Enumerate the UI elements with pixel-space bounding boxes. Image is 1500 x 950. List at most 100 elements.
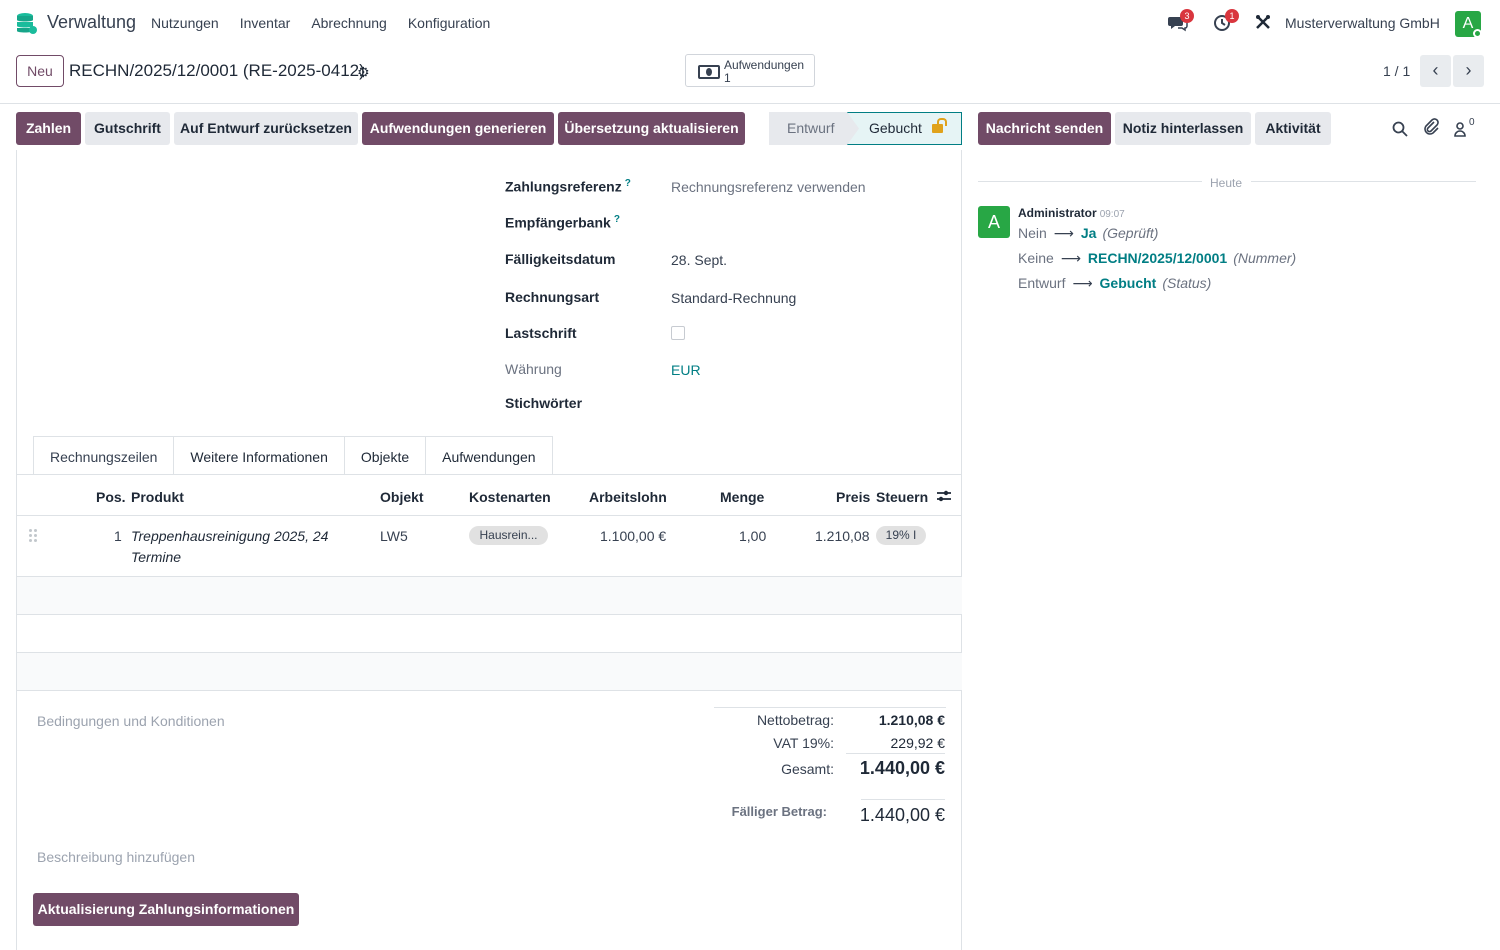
pager-next-button[interactable]: ›	[1453, 55, 1484, 87]
column-header-object[interactable]: Objekt	[380, 489, 424, 505]
tags-label: Stichwörter	[505, 395, 583, 411]
description-field[interactable]: Beschreibung hinzufügen	[37, 849, 195, 865]
activities-menu[interactable]: 1	[1213, 9, 1239, 33]
column-header-product[interactable]: Produkt	[131, 489, 184, 505]
send-message-button[interactable]: Nachricht senden	[978, 112, 1111, 145]
tab-objects[interactable]: Objekte	[344, 436, 427, 475]
tools-icon	[1256, 15, 1270, 29]
row-labor[interactable]: 1.100,00 €	[600, 528, 666, 544]
date-separator-label: Heute	[1210, 176, 1243, 190]
tracking-line: Keine ⟶ RECHN/2025/12/0001 (Nummer)	[1018, 250, 1297, 266]
net-amount-label: Nettobetrag:	[756, 712, 834, 728]
row-object[interactable]: LW5	[380, 528, 408, 544]
main-menu: Nutzungen Inventar Abrechnung Konfigurat…	[151, 15, 511, 31]
search-icon[interactable]	[1391, 120, 1409, 138]
paperclip-icon[interactable]	[1422, 118, 1440, 136]
status-posted-label: Gebucht	[869, 120, 922, 136]
column-header-price[interactable]: Preis	[836, 489, 870, 505]
currency-label: Währung	[505, 361, 562, 377]
row-quantity[interactable]: 1,00	[739, 528, 766, 544]
log-note-button[interactable]: Notiz hinterlassen	[1115, 112, 1251, 145]
column-header-labor[interactable]: Arbeitslohn	[589, 489, 667, 505]
terms-conditions-field[interactable]: Bedingungen und Konditionen	[37, 713, 225, 729]
due-date-field[interactable]: 28. Sept.	[671, 252, 727, 268]
direct-debit-checkbox[interactable]	[671, 326, 685, 340]
row-pos[interactable]: 1	[114, 528, 122, 544]
company-switcher[interactable]: Musterverwaltung GmbH	[1285, 15, 1440, 31]
total-label: Gesamt:	[781, 761, 834, 777]
generate-expenses-button[interactable]: Aufwendungen generieren	[362, 112, 554, 145]
message-author: Administrator 09:07	[1018, 206, 1125, 220]
followers-count: 0	[1469, 117, 1475, 128]
payment-reference-input[interactable]: Rechnungsreferenz verwenden	[671, 179, 866, 195]
smart-button-count: 1	[724, 71, 731, 85]
column-settings-icon[interactable]	[936, 489, 952, 503]
column-header-quantity[interactable]: Menge	[720, 489, 764, 505]
invoice-type-label: Rechnungsart	[505, 289, 600, 305]
column-header-cost-types[interactable]: Kostenarten	[469, 489, 551, 505]
row-cost-type-tag[interactable]: Hausrein...	[469, 526, 548, 545]
status-posted[interactable]: Gebucht	[847, 112, 962, 145]
row-product-line2[interactable]: Termine	[131, 547, 181, 568]
breadcrumb-record-title: RECHN/2025/12/0001 (RE-2025-0412)	[69, 61, 365, 80]
help-icon[interactable]: ?	[614, 214, 620, 225]
pager-previous-button[interactable]: ‹	[1420, 55, 1451, 87]
credit-note-button[interactable]: Gutschrift	[85, 112, 170, 145]
update-translation-button[interactable]: Übersetzung aktualisieren	[558, 112, 745, 145]
tab-expenses[interactable]: Aufwendungen	[426, 436, 553, 475]
message-author-avatar[interactable]: A	[978, 206, 1010, 238]
empty-row	[17, 653, 962, 690]
divider	[0, 103, 1500, 104]
due-date-label: Fälligkeitsdatum	[505, 251, 616, 267]
menu-item-konfiguration[interactable]: Konfiguration	[408, 15, 491, 31]
menu-item-inventar[interactable]: Inventar	[240, 15, 291, 31]
debug-menu[interactable]	[1254, 13, 1274, 33]
currency-field[interactable]: EUR	[671, 362, 701, 378]
tracking-line: Nein ⟶ Ja (Geprüft)	[1018, 225, 1159, 241]
row-price[interactable]: 1.210,08	[815, 528, 870, 544]
arrow-right-icon: ⟶	[1072, 275, 1093, 291]
user-status-dot	[1473, 29, 1482, 38]
chevron-right-icon: ›	[1465, 60, 1472, 80]
drag-handle-icon[interactable]	[29, 529, 39, 543]
total-value: 1.440,00 €	[859, 758, 945, 778]
help-icon[interactable]: ?	[625, 178, 631, 189]
table-row-divider	[17, 690, 962, 691]
pay-button[interactable]: Zahlen	[16, 112, 81, 145]
menu-item-abrechnung[interactable]: Abrechnung	[311, 15, 387, 31]
status-draft[interactable]: Entwurf	[769, 112, 859, 145]
tab-other-info[interactable]: Weitere Informationen	[174, 436, 345, 475]
reset-to-draft-button[interactable]: Auf Entwurf zurücksetzen	[174, 112, 358, 145]
menu-item-nutzungen[interactable]: Nutzungen	[151, 15, 219, 31]
app-name[interactable]: Verwaltung	[47, 12, 136, 33]
money-icon	[698, 65, 720, 79]
pager-value[interactable]: 1 / 1	[1383, 63, 1410, 79]
tab-invoice-lines[interactable]: Rechnungszeilen	[33, 436, 175, 475]
new-button[interactable]: Neu	[16, 55, 64, 87]
amount-due-label: Fälliger Betrag:	[731, 804, 827, 819]
vat-label: VAT 19%:	[773, 735, 834, 751]
invoice-type-field[interactable]: Standard-Rechnung	[671, 290, 796, 306]
vat-value: 229,92 €	[890, 735, 946, 751]
expenses-smart-button[interactable]: Aufwendungen 1	[685, 54, 815, 87]
direct-debit-label: Lastschrift	[505, 325, 577, 341]
column-header-pos[interactable]: Pos.	[96, 489, 126, 505]
messages-menu[interactable]: 3	[1168, 9, 1194, 33]
net-amount-value: 1.210,08 €	[878, 712, 945, 728]
tracking-line: Entwurf ⟶ Gebucht (Status)	[1018, 275, 1212, 291]
column-header-taxes[interactable]: Steuern	[876, 489, 928, 505]
app-logo-icon[interactable]	[14, 11, 38, 35]
date-divider	[1251, 181, 1476, 182]
follower-icon[interactable]	[1452, 120, 1470, 138]
message-time: 09:07	[1099, 209, 1125, 220]
row-tax-tag[interactable]: 19% I	[876, 526, 926, 545]
row-product-line1[interactable]: Treppenhausreinigung 2025, 24	[131, 526, 328, 547]
activity-button[interactable]: Aktivität	[1255, 112, 1331, 145]
update-payment-info-button[interactable]: Aktualisierung Zahlungsinformationen	[33, 893, 299, 926]
totals-divider	[846, 753, 945, 754]
payment-reference-label: Zahlungsreferenz?	[505, 178, 631, 195]
gear-icon[interactable]: ⚙	[357, 64, 370, 81]
top-navbar: Verwaltung Nutzungen Inventar Abrechnung…	[0, 0, 1500, 46]
date-divider	[978, 181, 1202, 182]
smart-button-label: Aufwendungen	[724, 58, 805, 72]
